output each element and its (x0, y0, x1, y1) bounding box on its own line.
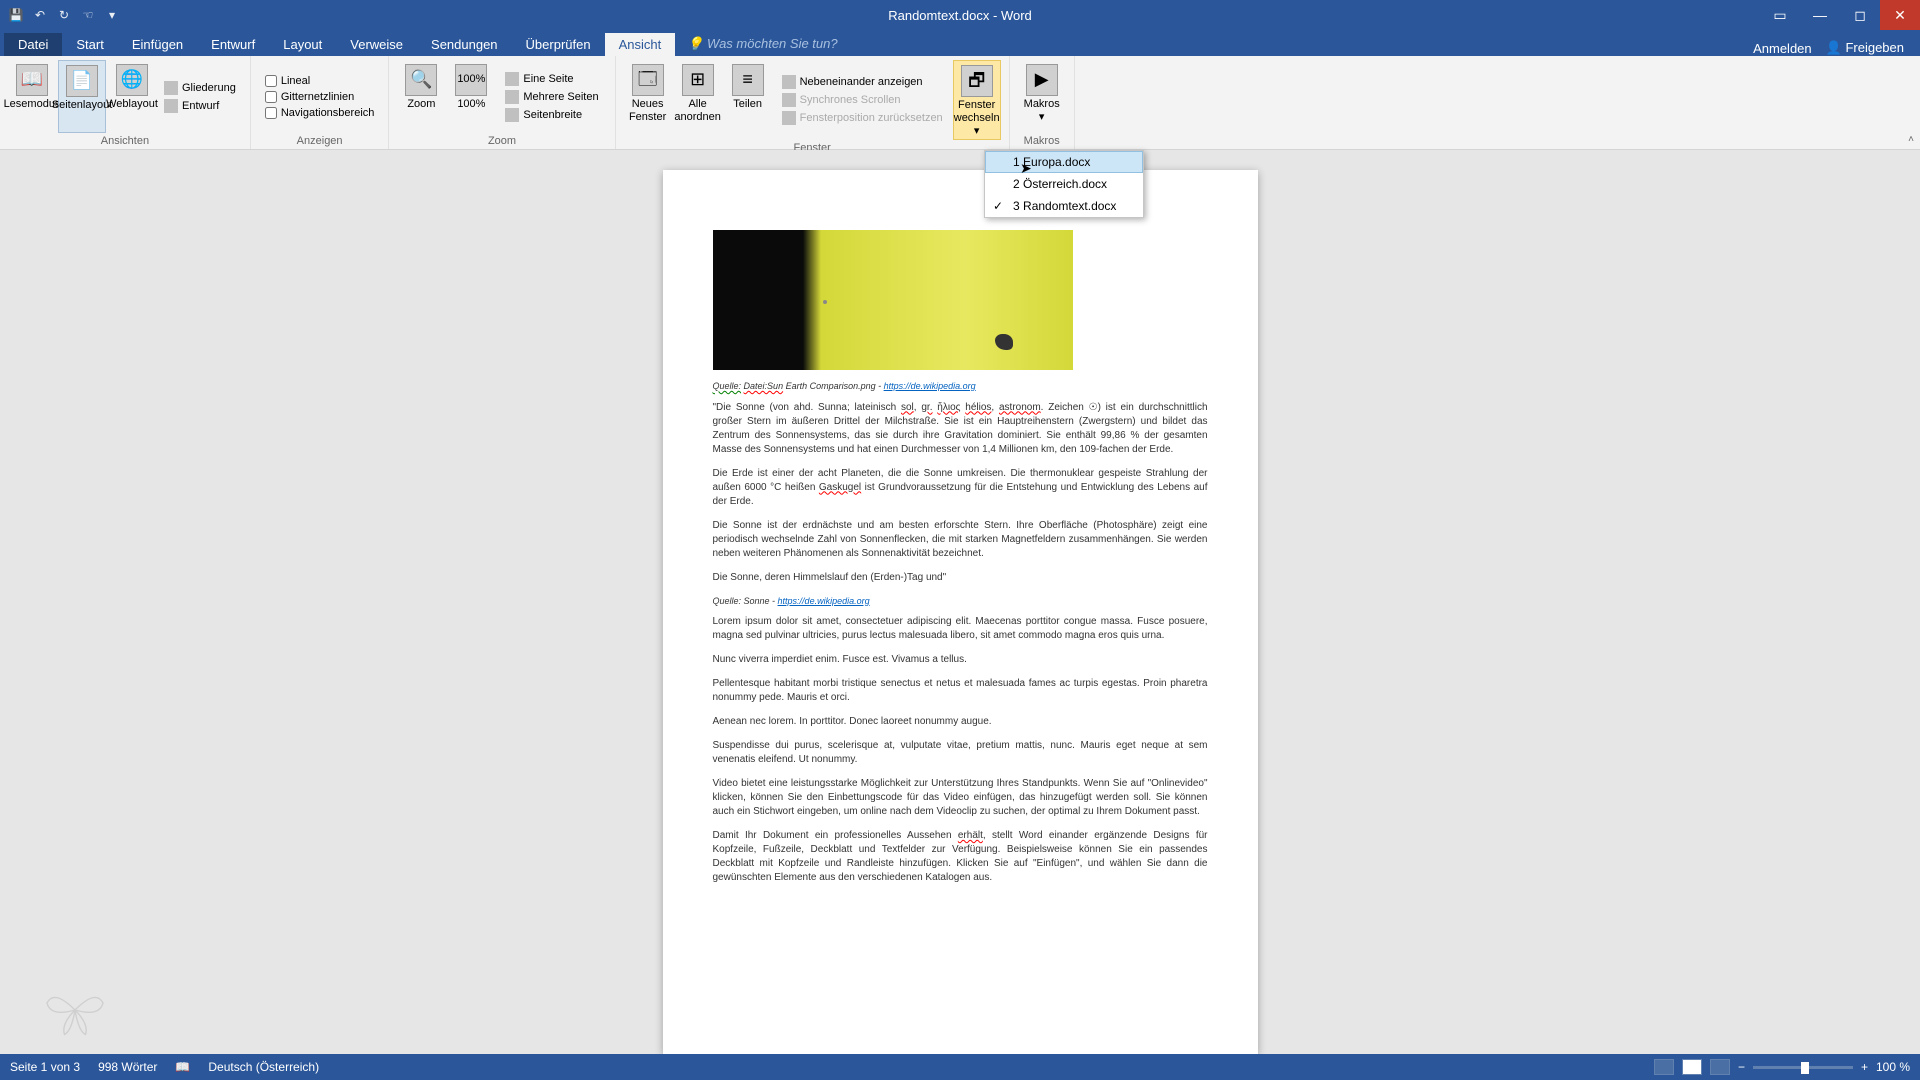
view-read-button[interactable] (1654, 1059, 1674, 1075)
zoom-level[interactable]: 100 % (1876, 1060, 1910, 1074)
caption-link[interactable]: https://de.wikipedia.org (884, 381, 976, 391)
tab-ansicht[interactable]: Ansicht (605, 33, 676, 56)
tab-sendungen[interactable]: Sendungen (417, 33, 512, 56)
group-makros: ▶Makros ▾ Makros (1010, 56, 1075, 149)
seitenbreite-button[interactable]: Seitenbreite (501, 107, 602, 123)
status-page[interactable]: Seite 1 von 3 (10, 1060, 80, 1074)
synchron-scrollen-button: Synchrones Scrollen (778, 92, 947, 108)
group-label-anzeigen: Anzeigen (259, 135, 381, 147)
anmelden-link[interactable]: Anmelden (1753, 41, 1812, 56)
lesemodus-button[interactable]: 📖Lesemodus (8, 60, 56, 133)
source-link[interactable]: https://de.wikipedia.org (778, 596, 870, 606)
fenster-wechseln-button[interactable]: 🗗Fenster wechseln ▾ (953, 60, 1001, 140)
status-language[interactable]: Deutsch (Österreich) (208, 1060, 319, 1074)
makros-button[interactable]: ▶Makros ▾ (1018, 60, 1066, 133)
window-item-oesterreich[interactable]: 2 Österreich.docx (985, 173, 1143, 195)
eine-seite-button[interactable]: Eine Seite (501, 71, 602, 87)
document-image[interactable] (713, 230, 1073, 370)
weblayout-button[interactable]: 🌐Weblayout (108, 60, 156, 133)
lorem-2: Nunc viverra imperdiet enim. Fusce est. … (713, 653, 1208, 667)
lorem-5: Suspendisse dui purus, scelerisque at, v… (713, 739, 1208, 767)
tab-datei[interactable]: Datei (4, 33, 62, 56)
butterfly-watermark (40, 980, 110, 1040)
maximize-button[interactable]: ◻ (1840, 0, 1880, 30)
ribbon-display-icon[interactable]: ▭ (1760, 0, 1800, 30)
gitternetzlinien-checkbox[interactable]: Gitternetzlinien (265, 91, 375, 103)
touch-mode-icon[interactable]: ☜ (80, 7, 96, 23)
paragraph-1: "Die Sonne (von ahd. Sunna; lateinisch s… (713, 401, 1208, 457)
lineal-checkbox[interactable]: Lineal (265, 75, 375, 87)
paragraph-3: Die Sonne ist der erdnächste und am best… (713, 519, 1208, 561)
group-fenster: 🗔Neues Fenster ⊞Alle anordnen ≡Teilen Ne… (616, 56, 1010, 149)
check-icon: ✓ (993, 199, 1003, 213)
zoom-slider[interactable] (1753, 1066, 1853, 1069)
save-icon[interactable]: 💾 (8, 7, 24, 23)
zoom-out-button[interactable]: − (1738, 1060, 1745, 1074)
cursor-icon: ➤ (1020, 160, 1032, 177)
video-1: Video bietet eine leistungsstarke Möglic… (713, 777, 1208, 819)
paragraph-4: Die Sonne, deren Himmelslauf den (Erden-… (713, 571, 1208, 585)
group-ansichten: 📖Lesemodus 📄Seitenlayout 🌐Weblayout Glie… (0, 56, 251, 149)
lorem-3: Pellentesque habitant morbi tristique se… (713, 677, 1208, 705)
undo-icon[interactable]: ↶ (32, 7, 48, 23)
freigeben-button[interactable]: 👤 Freigeben (1826, 40, 1904, 56)
lorem-4: Aenean nec lorem. In porttitor. Donec la… (713, 715, 1208, 729)
titlebar: 💾 ↶ ↻ ☜ ▾ Randomtext.docx - Word ▭ — ◻ ✕ (0, 0, 1920, 30)
group-label-ansichten: Ansichten (8, 135, 242, 147)
paragraph-2: Die Erde ist einer der acht Planeten, di… (713, 467, 1208, 509)
entwurf-button[interactable]: Entwurf (164, 99, 236, 113)
status-spellcheck-icon[interactable]: 📖 (175, 1060, 190, 1074)
zoom-button[interactable]: 🔍Zoom (397, 60, 445, 133)
group-label-makros: Makros (1018, 135, 1066, 147)
navigationsbereich-checkbox[interactable]: Navigationsbereich (265, 107, 375, 119)
redo-icon[interactable]: ↻ (56, 7, 72, 23)
fenster-wechseln-dropdown: 1 Europa.docx 2 Österreich.docx ✓ 3 Rand… (984, 150, 1144, 218)
document-area[interactable]: Quelle: Datei:Sun Earth Comparison.png -… (0, 150, 1920, 1054)
lorem-1: Lorem ipsum dolor sit amet, consectetuer… (713, 615, 1208, 643)
tab-verweise[interactable]: Verweise (336, 33, 417, 56)
teilen-button[interactable]: ≡Teilen (724, 60, 772, 140)
window-item-europa[interactable]: 1 Europa.docx (985, 151, 1143, 173)
group-anzeigen: Lineal Gitternetzlinien Navigationsberei… (251, 56, 390, 149)
nebeneinander-button[interactable]: Nebeneinander anzeigen (778, 74, 947, 90)
window-item-randomtext[interactable]: ✓ 3 Randomtext.docx (985, 195, 1143, 217)
qat-more-icon[interactable]: ▾ (104, 7, 120, 23)
mehrere-seiten-button[interactable]: Mehrere Seiten (501, 89, 602, 105)
close-button[interactable]: ✕ (1880, 0, 1920, 30)
gliederung-button[interactable]: Gliederung (164, 81, 236, 95)
ribbon-tabs: Datei Start Einfügen Entwurf Layout Verw… (0, 30, 1920, 56)
window-title: Randomtext.docx - Word (888, 8, 1032, 23)
status-words[interactable]: 998 Wörter (98, 1060, 157, 1074)
tab-layout[interactable]: Layout (269, 33, 336, 56)
tab-start[interactable]: Start (62, 33, 117, 56)
view-web-button[interactable] (1710, 1059, 1730, 1075)
alle-anordnen-button[interactable]: ⊞Alle anordnen (674, 60, 722, 140)
source-line: Quelle: Sonne - https://de.wikipedia.org (713, 595, 1208, 608)
tab-einfuegen[interactable]: Einfügen (118, 33, 197, 56)
page: Quelle: Datei:Sun Earth Comparison.png -… (663, 170, 1258, 1054)
image-caption: Quelle: Datei:Sun Earth Comparison.png -… (713, 380, 1208, 393)
tab-ueberpruefen[interactable]: Überprüfen (512, 33, 605, 56)
seitenlayout-button[interactable]: 📄Seitenlayout (58, 60, 106, 133)
tell-me-input[interactable]: 💡 Was möchten Sie tun? (675, 32, 849, 56)
zoom-100-button[interactable]: 100%100% (447, 60, 495, 133)
view-print-button[interactable] (1682, 1059, 1702, 1075)
zoom-in-button[interactable]: + (1861, 1060, 1868, 1074)
minimize-button[interactable]: — (1800, 0, 1840, 30)
statusbar: Seite 1 von 3 998 Wörter 📖 Deutsch (Öste… (0, 1054, 1920, 1080)
video-2: Damit Ihr Dokument ein professionelles A… (713, 829, 1208, 885)
group-label-zoom: Zoom (397, 135, 606, 147)
collapse-ribbon-icon[interactable]: ˄ (1908, 134, 1914, 145)
fensterposition-button: Fensterposition zurücksetzen (778, 110, 947, 126)
neues-fenster-button[interactable]: 🗔Neues Fenster (624, 60, 672, 140)
group-zoom: 🔍Zoom 100%100% Eine Seite Mehrere Seiten… (389, 56, 615, 149)
ribbon: 📖Lesemodus 📄Seitenlayout 🌐Weblayout Glie… (0, 56, 1920, 150)
tab-entwurf[interactable]: Entwurf (197, 33, 269, 56)
